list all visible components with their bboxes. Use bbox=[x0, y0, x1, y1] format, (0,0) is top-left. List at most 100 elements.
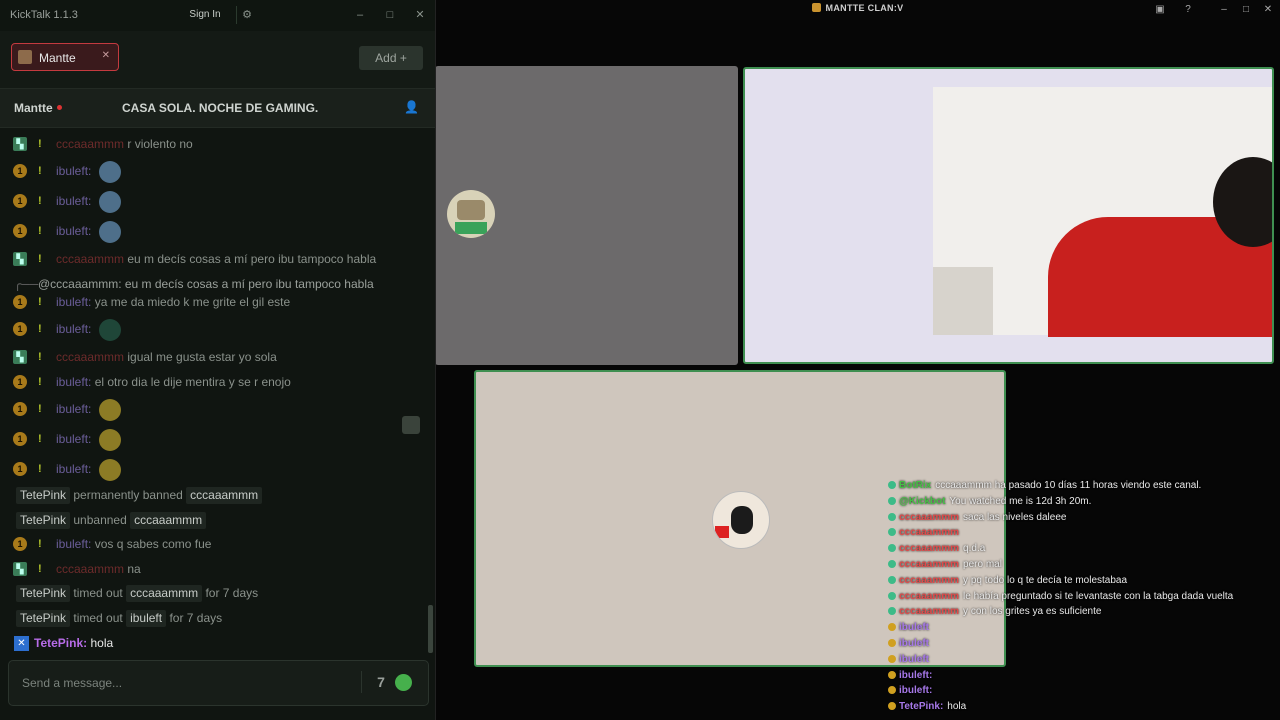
overlay-username: ibuleft: bbox=[899, 669, 933, 681]
exclamation-badge-icon: ! bbox=[38, 225, 42, 237]
moderator-name[interactable]: TetePink bbox=[16, 585, 71, 602]
chat-username[interactable]: ibuleft: bbox=[56, 537, 91, 551]
channel-header: Mantte CASA SOLA. NOCHE DE GAMING. 👤 bbox=[0, 88, 435, 128]
chat-message[interactable]: ✕ TetePink: hola bbox=[0, 632, 428, 654]
exclamation-badge-icon: ! bbox=[38, 463, 42, 475]
chat-message[interactable]: 1! ibuleft: bbox=[0, 458, 428, 481]
chat-messages[interactable]: ▚! cccaaammm r violento no 1! ibuleft: 1! ib… bbox=[0, 127, 433, 657]
overlay-username: cccaaammm bbox=[899, 590, 960, 602]
reply-text: @cccaaammm: eu m decís cosas a mí pero i… bbox=[38, 277, 374, 291]
video-tile-avatar[interactable] bbox=[435, 66, 738, 365]
chat-message[interactable]: 1! ibuleft: bbox=[0, 318, 428, 341]
maximize-icon[interactable]: □ bbox=[1240, 4, 1252, 16]
chat-username[interactable]: ibuleft: bbox=[56, 402, 91, 416]
exclamation-badge-icon: ! bbox=[38, 376, 42, 388]
reply-arrow-icon: ╭── bbox=[14, 277, 39, 291]
chat-username[interactable]: cccaaammm bbox=[56, 562, 124, 576]
moderation-action: unbanned bbox=[73, 513, 127, 527]
emote-icon bbox=[98, 160, 121, 183]
inbox-icon[interactable]: ▣ bbox=[1154, 4, 1166, 16]
tab-label: Mantte bbox=[39, 51, 76, 65]
close-icon[interactable]: ✕ bbox=[413, 8, 427, 22]
user-icon[interactable]: 👤 bbox=[404, 100, 419, 114]
help-icon[interactable]: ? bbox=[1182, 4, 1194, 16]
overlay-chat-line: @Kickbot You watched me is 12d 3h 20m. bbox=[888, 494, 1091, 510]
gift-badge-icon: 1 bbox=[13, 295, 27, 309]
chat-username[interactable]: cccaaammm bbox=[56, 137, 124, 151]
settings-gear-icon[interactable]: ⚙ bbox=[240, 8, 254, 22]
chat-message[interactable]: 1! ibuleft: vos q sabes como fue bbox=[0, 533, 428, 555]
chat-message-text: igual me gusta estar yo sola bbox=[127, 350, 277, 364]
target-user[interactable]: cccaaammm bbox=[186, 487, 263, 504]
moderation-action: timed out bbox=[73, 586, 123, 600]
badge-icon bbox=[888, 481, 896, 489]
video-tile-camera[interactable] bbox=[743, 67, 1274, 364]
chat-message[interactable]: 1! ibuleft: el otro dia le dije mentira y… bbox=[0, 371, 428, 393]
chat-username[interactable]: ibuleft: bbox=[56, 462, 91, 476]
add-channel-button[interactable]: Add + bbox=[359, 46, 423, 70]
close-icon[interactable]: ✕ bbox=[1262, 4, 1274, 16]
badge-icon bbox=[888, 639, 896, 647]
reply-reference[interactable]: ╭── @cccaaammm: eu m decís cosas a mí per… bbox=[0, 273, 428, 295]
chat-username[interactable]: cccaaammm bbox=[56, 252, 124, 266]
overlay-username: cccaaammm bbox=[899, 559, 960, 570]
sign-in-button[interactable]: Sign In bbox=[180, 6, 237, 24]
overlay-username: ibuleft bbox=[899, 653, 929, 665]
overlay-username: cccaaammm bbox=[899, 606, 960, 618]
emoji-picker-icon[interactable] bbox=[395, 674, 412, 691]
add-label: Add bbox=[375, 51, 397, 65]
overlay-message-text: cccaaammm ha pasado 10 días 11 horas vie… bbox=[935, 480, 1202, 491]
chat-username[interactable]: ibuleft: bbox=[56, 164, 91, 178]
chat-message[interactable]: 1! ibuleft: bbox=[0, 428, 428, 451]
chat-message[interactable]: ▚! cccaaammm igual me gusta estar yo sola bbox=[0, 346, 428, 368]
plus-icon: + bbox=[399, 51, 407, 65]
overlay-message-text: saca las niveles daleee bbox=[963, 511, 1067, 523]
chat-message[interactable]: 1! ibuleft: bbox=[0, 160, 428, 183]
server-icon bbox=[811, 3, 821, 12]
kick-emote-icon[interactable]: 7 bbox=[361, 671, 392, 693]
chat-message[interactable]: ▚! cccaaammm na bbox=[0, 558, 428, 580]
chat-username[interactable]: ibuleft: bbox=[56, 224, 91, 238]
chat-username[interactable]: ibuleft: bbox=[56, 322, 91, 336]
moderator-name[interactable]: TetePink bbox=[16, 487, 71, 504]
exclamation-badge-icon: ! bbox=[38, 563, 42, 575]
moderator-name[interactable]: TetePink bbox=[16, 512, 71, 529]
live-indicator-icon bbox=[56, 105, 62, 110]
target-user[interactable]: cccaaammm bbox=[126, 585, 203, 602]
badge-icon bbox=[888, 512, 896, 521]
chat-scrollbar[interactable] bbox=[428, 605, 433, 653]
tab-mantte[interactable]: Mantte ✕ bbox=[11, 43, 119, 71]
minimize-icon[interactable]: – bbox=[1218, 4, 1230, 16]
gift-badge-icon: 1 bbox=[13, 194, 27, 208]
chat-username[interactable]: ibuleft: bbox=[56, 432, 91, 446]
target-user[interactable]: ibuleft bbox=[126, 610, 167, 627]
exclamation-badge-icon: ! bbox=[38, 323, 42, 335]
close-tab-icon[interactable]: ✕ bbox=[102, 50, 110, 61]
subscriber-badge-icon: ▚ bbox=[13, 350, 27, 364]
badge-icon bbox=[888, 623, 896, 632]
chat-username[interactable]: cccaaammm bbox=[56, 350, 124, 364]
target-user[interactable]: cccaaammm bbox=[130, 512, 207, 529]
user-avatar bbox=[712, 491, 770, 549]
overlay-message-text: pero mal bbox=[963, 559, 1002, 570]
chat-message[interactable]: 1! ibuleft: bbox=[0, 190, 428, 213]
app-name: KickTalk 1.1.3 bbox=[10, 9, 78, 21]
maximize-icon[interactable]: □ bbox=[383, 8, 397, 22]
chat-message[interactable]: ▚! cccaaammm r violento no bbox=[0, 133, 428, 155]
moderation-action: permanently banned bbox=[73, 488, 183, 502]
chat-username[interactable]: TetePink: bbox=[34, 636, 87, 650]
chat-username[interactable]: ibuleft: bbox=[56, 375, 91, 389]
moderation-action: timed out bbox=[73, 611, 123, 625]
minimize-icon[interactable]: – bbox=[353, 8, 367, 22]
pause-chat-button[interactable] bbox=[402, 416, 420, 434]
chat-message[interactable]: ▚! cccaaammm eu m decís cosas a mí pero i… bbox=[0, 248, 428, 270]
exclamation-badge-icon: ! bbox=[38, 433, 42, 445]
chat-username[interactable]: ibuleft: bbox=[56, 194, 91, 208]
moderator-name[interactable]: TetePink bbox=[16, 610, 71, 627]
gift-badge-icon: 1 bbox=[13, 164, 27, 178]
message-input[interactable]: Send a message... 7 bbox=[8, 660, 429, 706]
chat-message[interactable]: 1! ibuleft: bbox=[0, 220, 428, 243]
chat-message[interactable]: 1! ibuleft: bbox=[0, 398, 428, 421]
chat-username[interactable]: ibuleft: bbox=[56, 295, 91, 309]
kicktalk-title-bar: KickTalk 1.1.3 Sign In ⚙ – □ ✕ bbox=[0, 0, 435, 31]
